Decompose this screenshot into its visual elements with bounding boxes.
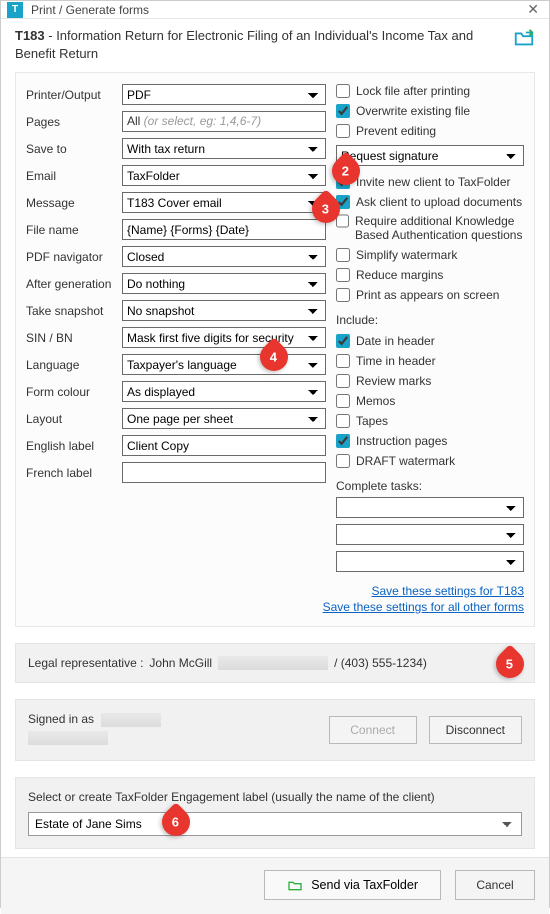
task-select-1[interactable] <box>336 497 524 518</box>
snapshot-select[interactable]: No snapshot <box>122 300 326 321</box>
sin-bn-select[interactable]: Mask first five digits for security <box>122 327 326 348</box>
form-colour-label: Form colour <box>26 385 122 399</box>
save-settings-all-link[interactable]: Save these settings for all other forms <box>26 600 524 614</box>
save-to-label: Save to <box>26 142 122 156</box>
pdf-nav-label: PDF navigator <box>26 250 122 264</box>
folder-send-icon <box>287 877 303 893</box>
signed-in-label: Signed in as <box>28 712 94 726</box>
request-signature-select[interactable]: Request signature <box>336 145 524 166</box>
lock-file-check[interactable]: Lock file after printing <box>336 81 524 101</box>
overwrite-check[interactable]: Overwrite existing file <box>336 101 524 121</box>
layout-label: Layout <box>26 412 122 426</box>
dialog-footer: Send via TaxFolder Cancel <box>1 857 549 914</box>
redacted-email <box>218 656 328 670</box>
ask-upload-check[interactable]: Ask client to upload documents <box>336 192 524 212</box>
redacted-user-2 <box>28 731 108 745</box>
invite-client-check[interactable]: Invite new client to TaxFolder <box>336 172 524 192</box>
open-folder-icon[interactable] <box>513 27 535 52</box>
disconnect-button[interactable]: Disconnect <box>429 716 522 744</box>
language-select[interactable]: Taxpayer's language <box>122 354 326 375</box>
file-name-input[interactable] <box>122 219 326 240</box>
printer-output-label: Printer/Output <box>26 88 122 102</box>
pdf-nav-select[interactable]: Closed <box>122 246 326 267</box>
french-label-input[interactable] <box>122 462 326 483</box>
english-label-label: English label <box>26 439 122 453</box>
form-title: - Information Return for Electronic Fili… <box>15 28 473 61</box>
connect-button[interactable]: Connect <box>329 716 417 744</box>
layout-select[interactable]: One page per sheet <box>122 408 326 429</box>
form-heading: T183 - Information Return for Electronic… <box>15 27 513 62</box>
close-icon[interactable]: ✕ <box>523 1 543 18</box>
sin-bn-label: SIN / BN <box>26 331 122 345</box>
print-asis-check[interactable]: Print as appears on screen <box>336 285 524 305</box>
legal-representative-section: Legal representative : John McGill / (40… <box>15 643 535 683</box>
cancel-button[interactable]: Cancel <box>455 870 535 900</box>
draft-watermark-check[interactable]: DRAFT watermark <box>336 451 524 471</box>
legal-rep-label: Legal representative : <box>28 656 143 670</box>
form-code: T183 <box>15 28 45 43</box>
callout-5: 5 <box>490 644 530 684</box>
prevent-edit-check[interactable]: Prevent editing <box>336 121 524 141</box>
titlebar: T Print / Generate forms ✕ <box>1 1 549 19</box>
instruction-pages-check[interactable]: Instruction pages <box>336 431 524 451</box>
options-panel: Printer/Output PDF Pages All (or select,… <box>15 72 535 627</box>
pages-input[interactable] <box>122 111 326 132</box>
after-gen-label: After generation <box>26 277 122 291</box>
window-title: Print / Generate forms <box>31 3 523 17</box>
simplify-watermark-check[interactable]: Simplify watermark <box>336 245 524 265</box>
time-header-check[interactable]: Time in header <box>336 351 524 371</box>
language-label: Language <box>26 358 122 372</box>
file-name-label: File name <box>26 223 122 237</box>
french-label-label: French label <box>26 466 122 480</box>
after-gen-select[interactable]: Do nothing <box>122 273 326 294</box>
message-select[interactable]: T183 Cover email <box>122 192 326 213</box>
task-select-2[interactable] <box>336 524 524 545</box>
save-settings-links: Save these settings for T183 Save these … <box>26 584 524 614</box>
signed-in-section: Signed in as Connect Disconnect <box>15 699 535 761</box>
tapes-check[interactable]: Tapes <box>336 411 524 431</box>
legal-rep-name: John McGill <box>149 656 212 670</box>
save-to-select[interactable]: With tax return <box>122 138 326 159</box>
memos-check[interactable]: Memos <box>336 391 524 411</box>
email-select[interactable]: TaxFolder <box>122 165 326 186</box>
reduce-margins-check[interactable]: Reduce margins <box>336 265 524 285</box>
form-header: T183 - Information Return for Electronic… <box>1 19 549 68</box>
engagement-prompt: Select or create TaxFolder Engagement la… <box>28 790 522 804</box>
include-heading: Include: <box>336 313 524 327</box>
printer-output-select[interactable]: PDF <box>122 84 326 105</box>
send-button-label: Send via TaxFolder <box>311 878 418 892</box>
email-label: Email <box>26 169 122 183</box>
app-icon: T <box>7 2 23 18</box>
legal-rep-phone: / (403) 555-1234) <box>334 656 427 670</box>
kba-check[interactable]: Require additional Knowledge Based Authe… <box>336 212 524 245</box>
engagement-select[interactable]: Estate of Jane Sims <box>28 812 522 836</box>
redacted-user-1 <box>101 713 161 727</box>
form-colour-select[interactable]: As displayed <box>122 381 326 402</box>
review-marks-check[interactable]: Review marks <box>336 371 524 391</box>
pages-label: Pages <box>26 115 122 129</box>
send-via-taxfolder-button[interactable]: Send via TaxFolder <box>264 870 441 900</box>
right-column: Lock file after printing Overwrite exist… <box>336 81 524 578</box>
engagement-section: Select or create TaxFolder Engagement la… <box>15 777 535 849</box>
date-header-check[interactable]: Date in header <box>336 331 524 351</box>
english-label-input[interactable] <box>122 435 326 456</box>
complete-tasks-heading: Complete tasks: <box>336 479 524 493</box>
message-label: Message <box>26 196 122 210</box>
save-settings-t183-link[interactable]: Save these settings for T183 <box>26 584 524 598</box>
snapshot-label: Take snapshot <box>26 304 122 318</box>
task-select-3[interactable] <box>336 551 524 572</box>
left-column: Printer/Output PDF Pages All (or select,… <box>26 81 326 578</box>
